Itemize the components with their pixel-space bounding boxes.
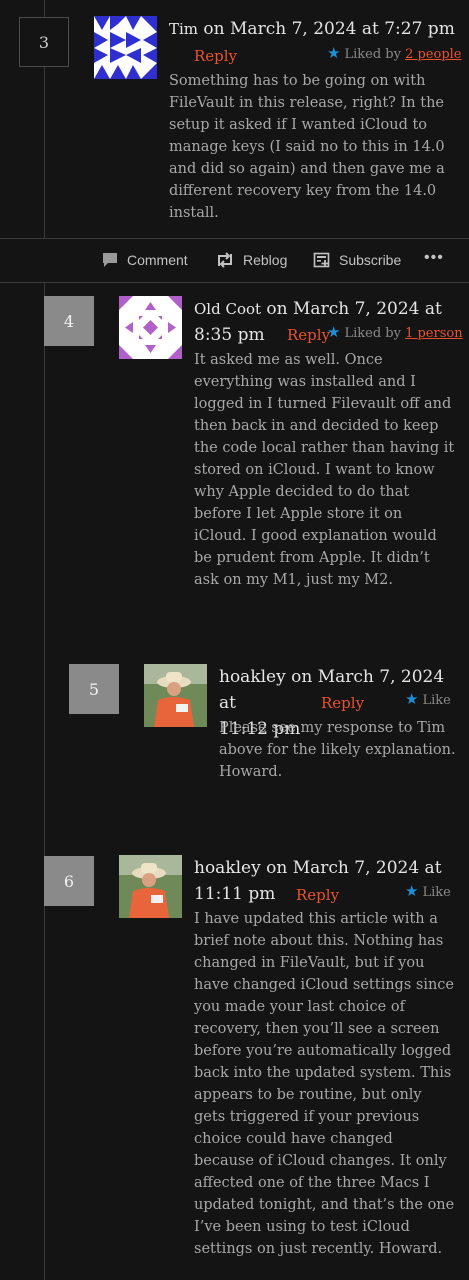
identicon-purple-icon bbox=[119, 296, 182, 359]
comment-author[interactable]: hoakley bbox=[194, 858, 261, 878]
comment-body: Please see my response to Tim above for … bbox=[219, 720, 456, 780]
like-label[interactable]: Like bbox=[422, 885, 450, 900]
avatar[interactable] bbox=[144, 664, 207, 727]
reblog-button[interactable]: Reblog bbox=[215, 251, 287, 269]
comment-body: Something has to be going on with FileVa… bbox=[169, 73, 445, 221]
comment-icon bbox=[103, 253, 117, 267]
likes-link[interactable]: 2 people bbox=[405, 47, 461, 62]
comment-date[interactable]: on March 7, 2024 at bbox=[261, 858, 441, 878]
star-icon[interactable]: ★ bbox=[327, 323, 340, 341]
comment-date[interactable]: on March 7, 2024 at 7:27 pm bbox=[198, 19, 454, 39]
thread-line-left-lower bbox=[44, 283, 45, 1280]
comment-author[interactable]: hoakley bbox=[219, 667, 286, 687]
identicon-blue-icon bbox=[94, 16, 157, 79]
likes-link[interactable]: 1 person bbox=[405, 326, 463, 341]
comment-number: 6 bbox=[44, 856, 94, 906]
likes-text: Liked by bbox=[344, 326, 406, 341]
comment-author[interactable]: Old Coot bbox=[194, 300, 261, 318]
reply-link[interactable]: Reply bbox=[296, 886, 339, 904]
comment-number: 3 bbox=[19, 17, 69, 67]
comment-button[interactable]: Comment bbox=[101, 251, 188, 269]
like-label[interactable]: Like bbox=[422, 693, 450, 708]
more-button[interactable]: ••• bbox=[424, 249, 444, 267]
comment-date[interactable]: on March 7, 2024 at bbox=[261, 299, 441, 319]
comment-time[interactable]: 8:35 pm bbox=[194, 325, 265, 345]
comment-label: Comment bbox=[127, 252, 188, 268]
star-icon[interactable]: ★ bbox=[405, 882, 418, 900]
star-icon[interactable]: ★ bbox=[327, 44, 340, 62]
action-bar: Comment Reblog Subscribe ••• bbox=[0, 238, 469, 283]
comment-number: 4 bbox=[44, 296, 94, 346]
star-icon[interactable]: ★ bbox=[405, 690, 418, 708]
user-photo-icon bbox=[144, 664, 207, 727]
reply-link[interactable]: Reply bbox=[194, 47, 237, 65]
comment-number: 5 bbox=[69, 664, 119, 714]
reply-link[interactable]: Reply bbox=[287, 326, 330, 344]
comment-meta: Tim on March 7, 2024 at 7:27 pm bbox=[169, 16, 459, 42]
reply-link[interactable]: Reply bbox=[321, 694, 364, 712]
likes: ★ Liked by 1 person bbox=[327, 323, 463, 341]
comment-body: I have updated this article with a brief… bbox=[194, 911, 455, 1257]
subscribe-button[interactable]: Subscribe bbox=[313, 251, 401, 269]
avatar[interactable] bbox=[94, 16, 157, 79]
reblog-icon bbox=[218, 252, 232, 268]
comment-time[interactable]: 11:11 pm bbox=[194, 884, 275, 904]
avatar[interactable] bbox=[119, 855, 182, 918]
like-button[interactable]: ★ Like bbox=[405, 882, 451, 900]
like-button[interactable]: ★ Like bbox=[405, 690, 451, 708]
comment-body: It asked me as well. Once everything was… bbox=[194, 352, 455, 588]
user-photo-icon bbox=[119, 855, 182, 918]
subscribe-icon bbox=[313, 252, 330, 268]
avatar[interactable] bbox=[119, 296, 182, 359]
subscribe-label: Subscribe bbox=[339, 252, 402, 268]
comment-author[interactable]: Tim bbox=[169, 20, 198, 38]
likes: ★ Liked by 2 people bbox=[327, 44, 462, 62]
likes-text: Liked by bbox=[344, 47, 406, 62]
reblog-label: Reblog bbox=[243, 252, 288, 268]
